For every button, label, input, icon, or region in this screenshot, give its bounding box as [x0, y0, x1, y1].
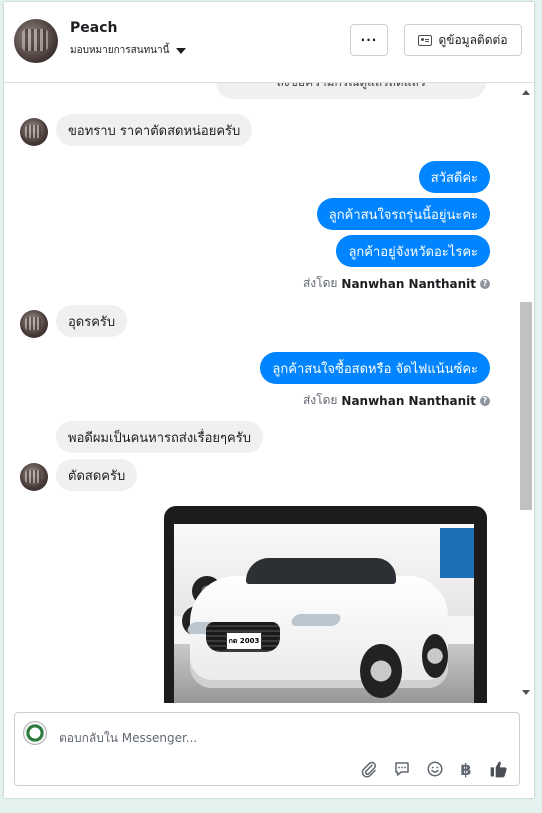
- page-logo: [23, 721, 47, 745]
- message-bubble-outgoing: ลูกค้าสนใจซื้อสดหรือ จัดไฟแน้นซ์คะ: [260, 352, 490, 384]
- more-label: ···: [360, 33, 378, 47]
- reply-input[interactable]: ตอบกลับใน Messenger...: [59, 729, 197, 748]
- sender-avatar[interactable]: [20, 463, 48, 491]
- car-photo: กด 2003: [174, 524, 474, 703]
- scrollbar-thumb[interactable]: [520, 302, 532, 510]
- car-headlight: [289, 614, 343, 626]
- sender-avatar[interactable]: [20, 118, 48, 146]
- assign-conversation-dropdown[interactable]: มอบหมายการสนทนานี้: [70, 43, 187, 58]
- question-icon[interactable]: ?: [480, 278, 490, 289]
- sent-by-name: Nanwhan Nanthanit: [341, 393, 476, 408]
- message-bubble-outgoing: สวัสดีค่ะ: [418, 161, 490, 193]
- view-contact-info-label: ดูข้อมูลติดต่อ: [438, 32, 508, 47]
- paperclip-icon[interactable]: [359, 759, 379, 779]
- license-plate: กด 2003: [226, 632, 262, 650]
- conversation-header: Peach มอบหมายการสนทนานี้ ··· ดูข้อมูลติด…: [4, 2, 534, 83]
- sent-by-line: ส่งโดย Nanwhan Nanthanit ?: [303, 274, 490, 293]
- saved-reply-icon[interactable]: [392, 759, 412, 779]
- message-bubble-incoming: อุดรครับ: [56, 305, 128, 337]
- sent-by-name: Nanwhan Nanthanit: [341, 276, 476, 291]
- car-wheel: [360, 644, 402, 698]
- sender-avatar[interactable]: [20, 310, 48, 338]
- assign-label: มอบหมายการสนทนานี้: [70, 45, 170, 56]
- car-windshield: [246, 558, 396, 584]
- messenger-panel: Peach มอบหมายการสนทนานี้ ··· ดูข้อมูลติด…: [4, 2, 534, 798]
- sent-by-line: ส่งโดย Nanwhan Nanthanit ?: [303, 391, 490, 410]
- image-attachment[interactable]: กด 2003: [164, 506, 487, 703]
- caret-down-icon: [176, 47, 187, 54]
- question-icon[interactable]: ?: [480, 395, 490, 406]
- message-bubble-outgoing: ลูกค้าสนใจรถรุ่นนี้อยู่นะคะ: [316, 198, 490, 230]
- car-wheel: [422, 634, 448, 678]
- message-bubble-incoming: ขอทราบ ราคาตัดสดหน่อยครับ: [56, 114, 253, 146]
- message-list[interactable]: ลงข้อความกรณีดูแลรถดีแล้ว ขอทราบ ราคาตัด…: [4, 83, 534, 703]
- thumbs-up-icon[interactable]: [489, 759, 509, 779]
- view-contact-info-button[interactable]: ดูข้อมูลติดต่อ: [404, 24, 522, 56]
- avatar[interactable]: [14, 19, 58, 63]
- contact-card-icon: [418, 34, 433, 46]
- scroll-down-arrow[interactable]: [522, 690, 530, 695]
- baht-icon[interactable]: ฿: [456, 759, 476, 779]
- photo-blue-band: [440, 528, 474, 578]
- sent-by-prefix: ส่งโดย: [302, 393, 338, 407]
- message-bubble-outgoing-partial: ลงข้อความกรณีดูแลรถดีแล้ว: [216, 83, 486, 99]
- message-bubble-incoming: พอดีผมเป็นคนหารถส่งเรื่อยๆครับ: [56, 421, 263, 453]
- more-options-button[interactable]: ···: [350, 24, 388, 56]
- reply-composer[interactable]: ตอบกลับใน Messenger... ฿: [14, 712, 520, 786]
- message-bubble-incoming: ตัดสดครับ: [56, 459, 138, 491]
- message-text: ลงข้อความกรณีดูแลรถดีแล้ว: [216, 83, 486, 92]
- sent-by-prefix: ส่งโดย: [302, 276, 338, 290]
- emoji-icon[interactable]: [425, 759, 445, 779]
- contact-name[interactable]: Peach: [70, 20, 117, 36]
- scroll-up-arrow[interactable]: [522, 90, 530, 95]
- message-bubble-outgoing: ลูกค้าอยู่จังหวัดอะไรคะ: [336, 235, 490, 267]
